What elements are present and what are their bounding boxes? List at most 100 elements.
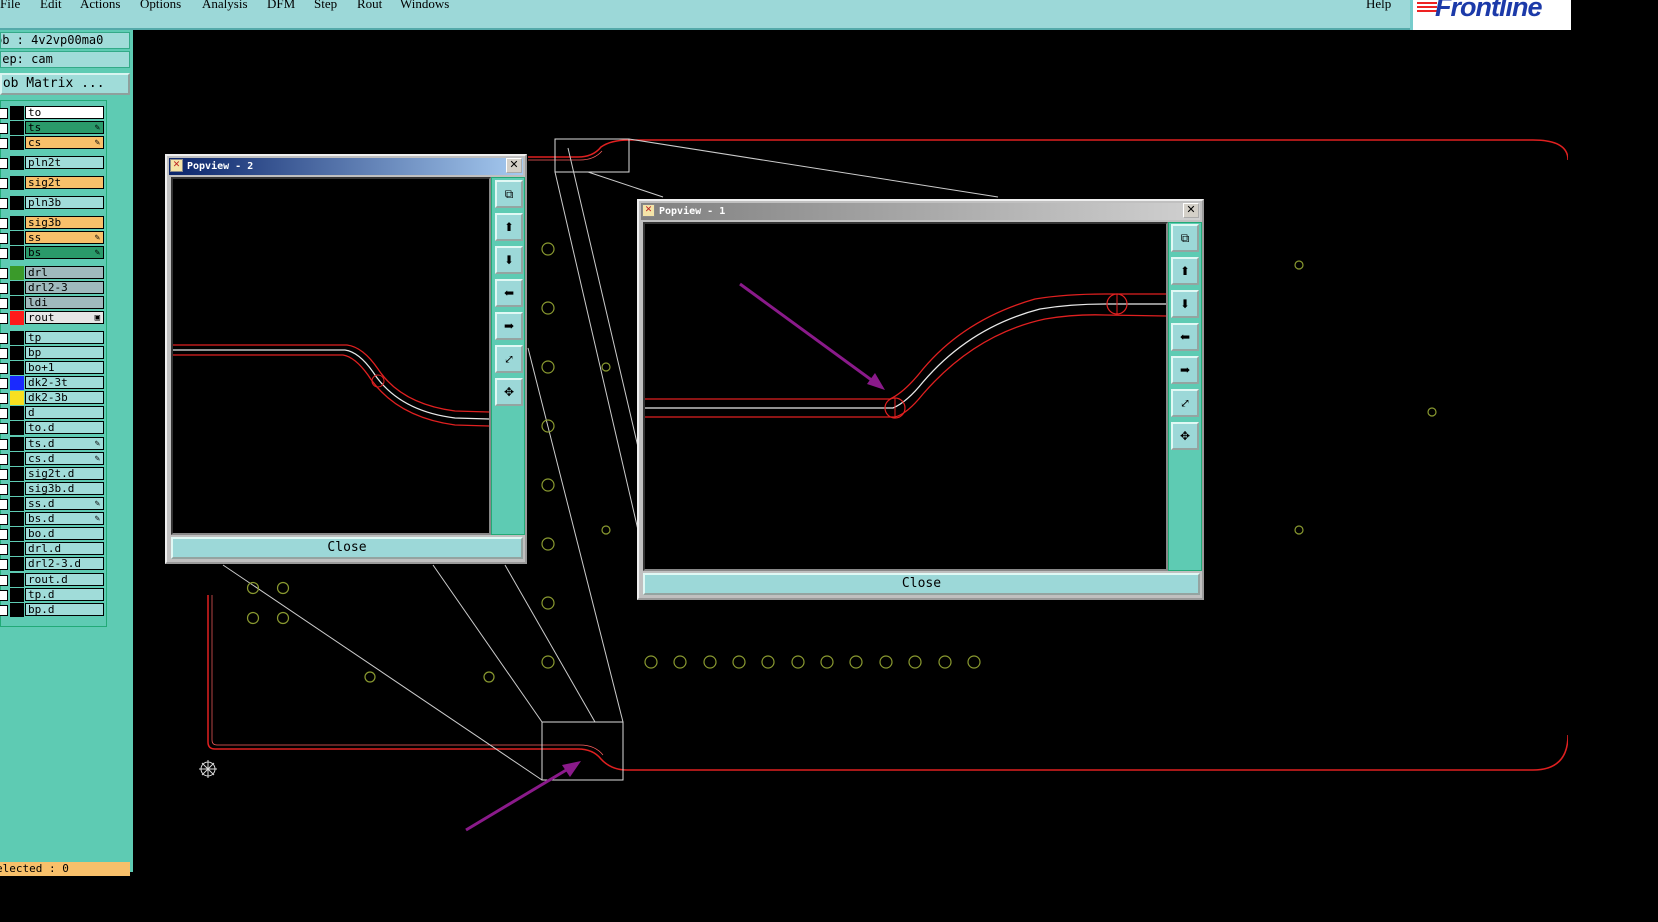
layer-name[interactable]: bs.d ✎: [25, 512, 104, 525]
layer-name[interactable]: bo.d: [25, 527, 104, 540]
layer-row-ss[interactable]: ss ✎: [0, 231, 108, 245]
layer-checkbox[interactable]: [0, 178, 8, 189]
layer-name[interactable]: ss.d ✎: [25, 497, 104, 510]
layer-checkbox[interactable]: [0, 469, 8, 480]
layer-name[interactable]: ldi: [25, 296, 104, 309]
pan-left-icon[interactable]: ⬅: [495, 279, 523, 307]
pan-left-icon[interactable]: ⬅: [1171, 323, 1199, 351]
layer-checkbox[interactable]: [0, 454, 8, 465]
layer-checkbox[interactable]: [0, 313, 8, 324]
layer-name[interactable]: drl2-3: [25, 281, 104, 294]
zoom-in-icon[interactable]: ⤢: [495, 345, 523, 373]
zoom-out-icon[interactable]: ✥: [1171, 422, 1199, 450]
layer-checkbox[interactable]: [0, 575, 8, 586]
layer-color-swatch[interactable]: [10, 296, 24, 310]
layer-name[interactable]: pln2t: [25, 156, 104, 169]
layer-checkbox[interactable]: [0, 138, 8, 149]
layer-row-bs[interactable]: bs ✎: [0, 246, 108, 260]
layer-row-ldi[interactable]: ldi: [0, 296, 108, 310]
layer-color-swatch[interactable]: [10, 281, 24, 295]
layer-row-drl.d[interactable]: drl.d: [0, 542, 108, 556]
layer-checkbox[interactable]: [0, 108, 8, 119]
layer-color-swatch[interactable]: [10, 136, 24, 150]
menu-rout[interactable]: Rout: [357, 0, 382, 12]
layer-color-swatch[interactable]: [10, 246, 24, 260]
layer-name[interactable]: bs ✎: [25, 246, 104, 259]
layer-checkbox[interactable]: [0, 499, 8, 510]
layer-row-pln3b[interactable]: pln3b: [0, 196, 108, 210]
layer-row-pln2t[interactable]: pln2t: [0, 156, 108, 170]
layer-name[interactable]: sig3b: [25, 216, 104, 229]
layer-checkbox[interactable]: [0, 439, 8, 450]
layer-name[interactable]: drl2-3.d: [25, 557, 104, 570]
layer-color-swatch[interactable]: [10, 421, 24, 435]
layer-checkbox[interactable]: [0, 484, 8, 495]
layer-checkbox[interactable]: [0, 198, 8, 209]
menu-options[interactable]: Options: [140, 0, 181, 12]
layer-color-swatch[interactable]: [10, 542, 24, 556]
pan-up-icon[interactable]: ⬆: [1171, 257, 1199, 285]
layer-row-rout[interactable]: rout ▣: [0, 311, 108, 325]
layer-row-to[interactable]: to: [0, 106, 108, 120]
layer-row-dk2-3t[interactable]: dk2-3t: [0, 376, 108, 390]
layer-color-swatch[interactable]: [10, 231, 24, 245]
layer-color-swatch[interactable]: [10, 497, 24, 511]
popview-2-close-button[interactable]: Close: [171, 537, 523, 559]
layer-row-bs.d[interactable]: bs.d ✎: [0, 512, 108, 526]
menu-step[interactable]: Step: [314, 0, 337, 12]
layer-checkbox[interactable]: [0, 423, 8, 434]
job-matrix-button[interactable]: Job Matrix ...: [0, 73, 130, 95]
layer-name[interactable]: to: [25, 106, 104, 119]
layer-checkbox[interactable]: [0, 218, 8, 229]
layer-color-swatch[interactable]: [10, 331, 24, 345]
layer-row-ts.d[interactable]: ts.d ✎: [0, 437, 108, 451]
layer-checkbox[interactable]: [0, 233, 8, 244]
layer-row-sig3b[interactable]: sig3b: [0, 216, 108, 230]
layer-checkbox[interactable]: [0, 268, 8, 279]
layer-name[interactable]: tp.d: [25, 588, 104, 601]
pan-up-icon[interactable]: ⬆: [495, 213, 523, 241]
layer-checkbox[interactable]: [0, 605, 8, 616]
layer-checkbox[interactable]: [0, 248, 8, 259]
layer-row-dk2-3b[interactable]: dk2-3b: [0, 391, 108, 405]
layer-row-tp[interactable]: tp: [0, 331, 108, 345]
layer-color-swatch[interactable]: [10, 196, 24, 210]
pan-right-icon[interactable]: ➡: [1171, 356, 1199, 384]
layer-row-d[interactable]: d: [0, 406, 108, 420]
layer-color-swatch[interactable]: [10, 156, 24, 170]
layer-checkbox[interactable]: [0, 529, 8, 540]
menu-file[interactable]: File: [0, 0, 20, 12]
layer-checkbox[interactable]: [0, 333, 8, 344]
layer-name[interactable]: drl.d: [25, 542, 104, 555]
layer-color-swatch[interactable]: [10, 573, 24, 587]
layer-checkbox[interactable]: [0, 283, 8, 294]
layer-name[interactable]: ts ✎: [25, 121, 104, 134]
layer-color-swatch[interactable]: [10, 482, 24, 496]
menu-actions[interactable]: Actions: [80, 0, 120, 12]
layer-color-swatch[interactable]: [10, 376, 24, 390]
layer-row-sig2t[interactable]: sig2t: [0, 176, 108, 190]
layer-checkbox[interactable]: [0, 393, 8, 404]
layer-color-swatch[interactable]: [10, 512, 24, 526]
layer-checkbox[interactable]: [0, 408, 8, 419]
layer-row-bo.d[interactable]: bo.d: [0, 527, 108, 541]
layer-name[interactable]: rout.d: [25, 573, 104, 586]
layer-name[interactable]: tp: [25, 331, 104, 344]
layer-color-swatch[interactable]: [10, 311, 24, 325]
layer-name[interactable]: ss ✎: [25, 231, 104, 244]
popview-2-close-icon[interactable]: ✕: [506, 158, 522, 173]
layer-row-rout.d[interactable]: rout.d: [0, 573, 108, 587]
layer-row-bp[interactable]: bp: [0, 346, 108, 360]
layer-name[interactable]: drl: [25, 266, 104, 279]
layer-name[interactable]: rout ▣: [25, 311, 104, 324]
layer-checkbox[interactable]: [0, 590, 8, 601]
layer-row-tp.d[interactable]: tp.d: [0, 588, 108, 602]
layer-row-drl[interactable]: drl: [0, 266, 108, 280]
popview-2-view[interactable]: [171, 177, 491, 535]
layer-name[interactable]: d: [25, 406, 104, 419]
layer-color-swatch[interactable]: [10, 452, 24, 466]
layer-color-swatch[interactable]: [10, 121, 24, 135]
layer-row-ss.d[interactable]: ss.d ✎: [0, 497, 108, 511]
layer-checkbox[interactable]: [0, 298, 8, 309]
layer-name[interactable]: sig3b.d: [25, 482, 104, 495]
